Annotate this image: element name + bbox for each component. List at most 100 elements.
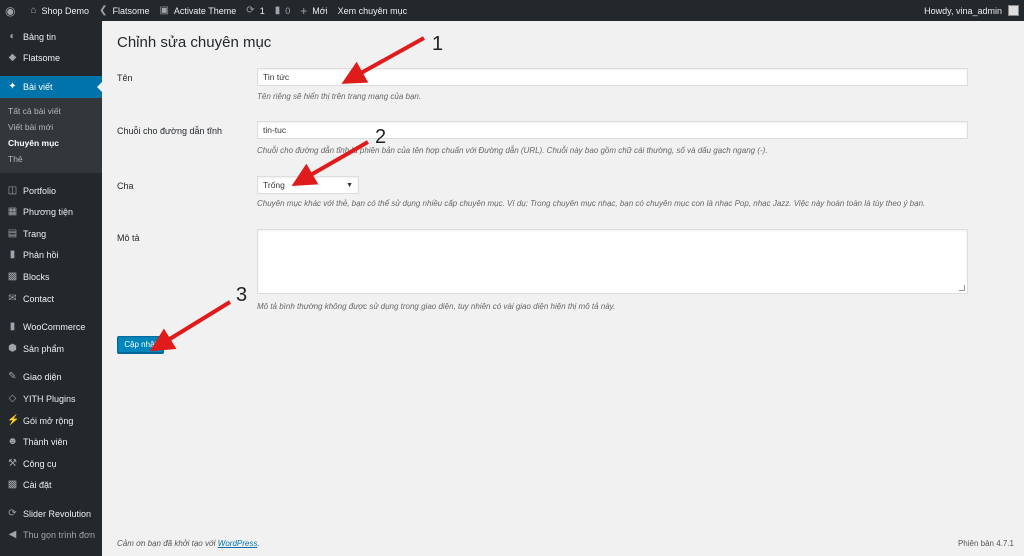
sidebar-item-label: Giao diện: [23, 372, 62, 383]
sidebar-item-woocommerce[interactable]: ▮ WooCommerce: [0, 316, 102, 338]
plus-icon: +: [300, 3, 308, 18]
tools-icon: ⚒: [8, 457, 17, 469]
update-button[interactable]: Cập nhật: [117, 336, 164, 353]
name-description: Tên riêng sẽ hiển thị trên trang mạng củ…: [257, 92, 422, 101]
sidebar-item-label: Bài viết: [23, 81, 53, 92]
page-title: Chỉnh sửa chuyên mục: [117, 34, 272, 51]
pin-icon: ✦: [8, 80, 17, 92]
slug-input-value: tin-tuc: [263, 125, 287, 135]
slug-input[interactable]: tin-tuc: [257, 121, 968, 139]
sidebar-item-label: Portfolio: [23, 185, 57, 196]
sidebar-item-label: Thu gọn trình đơn: [23, 530, 95, 541]
dashboard-icon: ◐: [9, 30, 16, 42]
admin-sidebar: ◐ Bảng tin ◆ Flatsome ✦ Bài viết Tất cả …: [0, 21, 102, 556]
product-icon: ⬢: [8, 342, 17, 354]
resize-handle-icon[interactable]: [959, 285, 965, 291]
annotation-number-1: 1: [432, 33, 444, 55]
comment-icon: ▮: [274, 4, 281, 16]
home-icon: ⌂: [30, 4, 37, 16]
annotation-number-2: 2: [375, 126, 387, 148]
annotation-number-3: 3: [236, 284, 248, 306]
name-input[interactable]: Tin tức: [257, 68, 968, 86]
sidebar-item-settings[interactable]: ▩ Cài đặt: [0, 475, 102, 497]
sidebar-item-tools[interactable]: ⚒ Công cụ: [0, 453, 102, 475]
parent-description: Chuyên mục khác với thẻ, bạn có thể sử d…: [257, 199, 926, 208]
settings-icon: ▩: [7, 479, 18, 491]
activate-theme-link[interactable]: ▣ Activate Theme: [154, 0, 241, 21]
sidebar-item-label: Contact: [23, 293, 55, 304]
footer-thanks-prefix: Cảm ơn bạn đã khởi tạo với: [117, 539, 218, 548]
blocks-icon: ▩: [7, 270, 18, 282]
name-input-value: Tin tức: [263, 72, 290, 82]
view-category-link[interactable]: Xem chuyên mục: [333, 0, 413, 21]
plugins-icon: ⚡: [7, 414, 20, 426]
submenu-all-posts[interactable]: Tất cả bài viết: [0, 103, 102, 119]
sidebar-item-label: Bảng tin: [23, 31, 57, 42]
sidebar-item-users[interactable]: ☻ Thành viên: [0, 431, 102, 453]
sidebar-item-products[interactable]: ⬢ Sản phẩm: [0, 338, 102, 360]
sidebar-item-label: YITH Plugins: [23, 393, 76, 404]
new-content-link[interactable]: + Mới: [295, 0, 332, 21]
wordpress-icon: ◉: [5, 3, 16, 18]
lock-icon: ▣: [159, 4, 169, 16]
account-menu[interactable]: Howdy, vina_admin: [919, 0, 1024, 21]
portfolio-icon: ◫: [7, 184, 18, 196]
updates-count: 1: [259, 5, 265, 16]
sidebar-item-media[interactable]: ▦ Phương tiện: [0, 201, 102, 223]
sidebar-item-appearance[interactable]: ✎ Giao diện: [0, 367, 102, 389]
submenu-new-post[interactable]: Viết bài mới: [0, 119, 102, 135]
parent-label: Cha: [117, 181, 134, 191]
updates-link[interactable]: ⟳ 1: [241, 0, 269, 21]
activate-theme-label: Activate Theme: [173, 5, 237, 16]
sidebar-item-yith[interactable]: ◇ YITH Plugins: [0, 388, 102, 410]
collapse-icon: ◀: [8, 529, 17, 541]
page-icon: ▤: [7, 227, 18, 239]
sidebar-item-blocks[interactable]: ▩ Blocks: [0, 266, 102, 288]
wordpress-logo-button[interactable]: ◉: [0, 0, 25, 21]
sidebar-item-contact[interactable]: ✉ Contact: [0, 288, 102, 310]
description-help: Mô tả bình thường không được sử dụng tro…: [257, 302, 616, 311]
media-icon: ▦: [7, 206, 18, 218]
sidebar-item-label: Sản phẩm: [23, 343, 65, 354]
footer-version: Phiên bản 4.7.1: [957, 539, 1014, 548]
view-category-label: Xem chuyên mục: [337, 5, 408, 16]
slider-icon: ⟳: [8, 507, 17, 519]
comments-link[interactable]: ▮ 0: [270, 0, 296, 21]
sidebar-item-posts[interactable]: ✦ Bài viết: [0, 76, 102, 98]
slug-label: Chuỗi cho đường dẫn tĩnh: [117, 126, 222, 136]
comments-count: 0: [285, 5, 291, 16]
mail-icon: ✉: [8, 292, 17, 304]
parent-select[interactable]: Trống ▼: [257, 176, 359, 194]
slug-description: Chuỗi cho đường dẫn tĩnh là phiên bản củ…: [257, 146, 768, 155]
refresh-icon: ⟳: [246, 4, 255, 16]
sidebar-item-label: Blocks: [23, 271, 50, 282]
collapse-menu-button[interactable]: ◀ Thu gọn trình đơn: [0, 525, 102, 547]
name-label: Tên: [117, 73, 133, 83]
site-name-link[interactable]: ⌂ Shop Demo: [25, 0, 94, 21]
sidebar-item-pages[interactable]: ▤ Trang: [0, 223, 102, 245]
avatar: [1008, 5, 1019, 16]
sidebar-item-dashboard[interactable]: ◐ Bảng tin: [0, 26, 102, 48]
description-label: Mô tả: [117, 233, 140, 243]
flatsome-icon: ❮: [99, 4, 108, 16]
sidebar-item-plugins[interactable]: ⚡ Gói mở rộng: [0, 410, 102, 432]
submenu-tags[interactable]: Thẻ: [0, 151, 102, 167]
sidebar-item-flatsome[interactable]: ◆ Flatsome: [0, 48, 102, 70]
sidebar-item-portfolio[interactable]: ◫ Portfolio: [0, 180, 102, 202]
appearance-icon: ✎: [8, 371, 17, 383]
footer-thanks: Cảm ơn bạn đã khởi tạo với WordPress.: [117, 539, 260, 548]
sidebar-item-label: Cài đặt: [23, 480, 52, 491]
woocommerce-icon: ▮: [9, 321, 16, 333]
flatsome-link[interactable]: ❮ Flatsome: [94, 0, 154, 21]
sidebar-item-slider-revolution[interactable]: ⟳ Slider Revolution: [0, 503, 102, 525]
sidebar-item-label: Công cụ: [23, 458, 57, 469]
description-textarea[interactable]: [257, 229, 968, 294]
submenu-categories[interactable]: Chuyên mục: [0, 135, 102, 151]
wordpress-link[interactable]: WordPress: [218, 539, 258, 548]
footer-thanks-suffix: .: [257, 539, 260, 548]
yith-icon: ◇: [8, 392, 17, 404]
users-icon: ☻: [7, 436, 18, 448]
flatsome-label: Flatsome: [112, 5, 150, 16]
flatsome-icon: ◆: [8, 52, 17, 64]
sidebar-item-comments[interactable]: ▮ Phản hồi: [0, 245, 102, 267]
